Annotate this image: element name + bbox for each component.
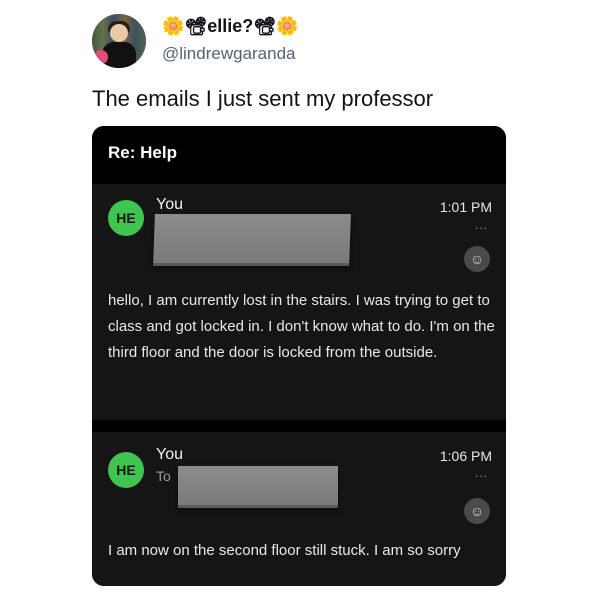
email-screenshot: Re: Help HE You 1:01 PM ... ☺ hello, I a… (92, 126, 506, 586)
message-time: 1:01 PM (439, 199, 492, 215)
avatar-flowers (94, 50, 108, 64)
emoji-reaction-icon[interactable]: ☺ (464, 246, 490, 272)
subject-bar: Re: Help (92, 126, 506, 180)
email-subject: Re: Help (108, 143, 177, 162)
redacted-block (178, 466, 338, 508)
user-handle[interactable]: @lindrewgaranda (162, 44, 296, 64)
more-horizontal-icon[interactable]: ... (475, 218, 488, 232)
more-horizontal-icon[interactable]: ... (475, 466, 488, 480)
display-name[interactable]: 🌼📽ellie?📽🌼 (162, 16, 299, 37)
emoji-reaction-icon[interactable]: ☺ (464, 498, 490, 524)
tweet-header: 🌼📽ellie?📽🌼 @lindrewgaranda (92, 10, 512, 72)
message-body: I am now on the second floor still stuck… (108, 542, 461, 559)
sender-avatar-initials: HE (108, 452, 144, 488)
sender-name: You (156, 196, 183, 213)
sender-name: You (156, 446, 183, 463)
recipient-label: To (156, 468, 171, 484)
email-message[interactable]: HE You To 1:06 PM ... ☺ I am now on the … (92, 432, 506, 586)
avatar[interactable] (92, 14, 146, 68)
email-message[interactable]: HE You 1:01 PM ... ☺ hello, I am current… (92, 184, 506, 420)
message-time: 1:06 PM (439, 448, 492, 464)
message-body: hello, I am currently lost in the stairs… (108, 292, 495, 361)
avatar-face (110, 24, 128, 42)
tweet-text: The emails I just sent my professor (92, 86, 434, 111)
sender-avatar-initials: HE (108, 200, 144, 236)
redacted-block (153, 214, 351, 266)
